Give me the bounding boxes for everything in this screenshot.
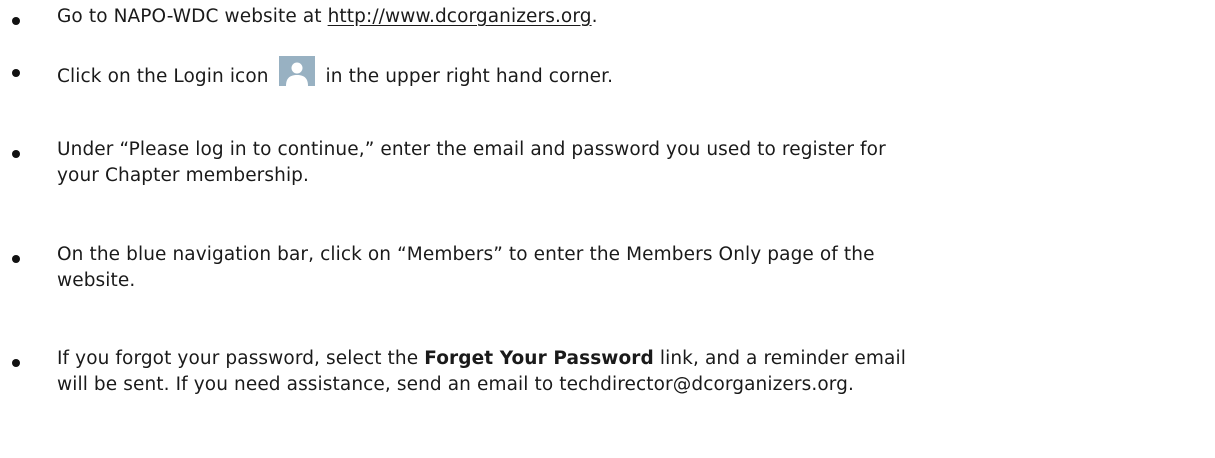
step5-line2: will be sent. If you need assistance, se… [57, 374, 854, 395]
bullet-icon [12, 150, 20, 158]
step4-line1: On the blue navigation bar, click on “Me… [57, 244, 875, 265]
bullet-icon [12, 69, 20, 77]
step2-suffix: in the upper right hand corner. [325, 66, 614, 87]
instruction-text: Under “Please log in to continue,” enter… [57, 137, 1207, 189]
forgot-password-label: Forget Your Password [424, 348, 654, 369]
user-silhouette-icon [278, 56, 315, 86]
step3-line2: your Chapter membership. [57, 165, 310, 186]
bullet-icon [12, 255, 20, 263]
bullet-icon [12, 359, 20, 367]
instructions-document: Go to NAPO-WDC website at http://www.dco… [0, 0, 1215, 458]
step2-prefix: Click on the Login icon [57, 66, 269, 87]
step4-line2: website. [57, 270, 136, 291]
website-link[interactable]: http://www.dcorganizers.org [328, 6, 592, 27]
step5-prefix: If you forgot your password, select the [57, 348, 425, 369]
step1-suffix: . [591, 6, 598, 27]
instruction-text: If you forgot your password, select the … [57, 346, 1207, 398]
instruction-text: Click on the Login icon in the upper rig… [57, 56, 1207, 90]
bullet-icon [12, 17, 20, 25]
step5-middle: link, and a reminder email [653, 348, 906, 369]
instruction-text: On the blue navigation bar, click on “Me… [57, 242, 1207, 294]
step1-prefix: Go to NAPO-WDC website at [57, 6, 328, 27]
step3-line1: Under “Please log in to continue,” enter… [57, 139, 886, 160]
instruction-text: Go to NAPO-WDC website at http://www.dco… [57, 4, 1207, 30]
